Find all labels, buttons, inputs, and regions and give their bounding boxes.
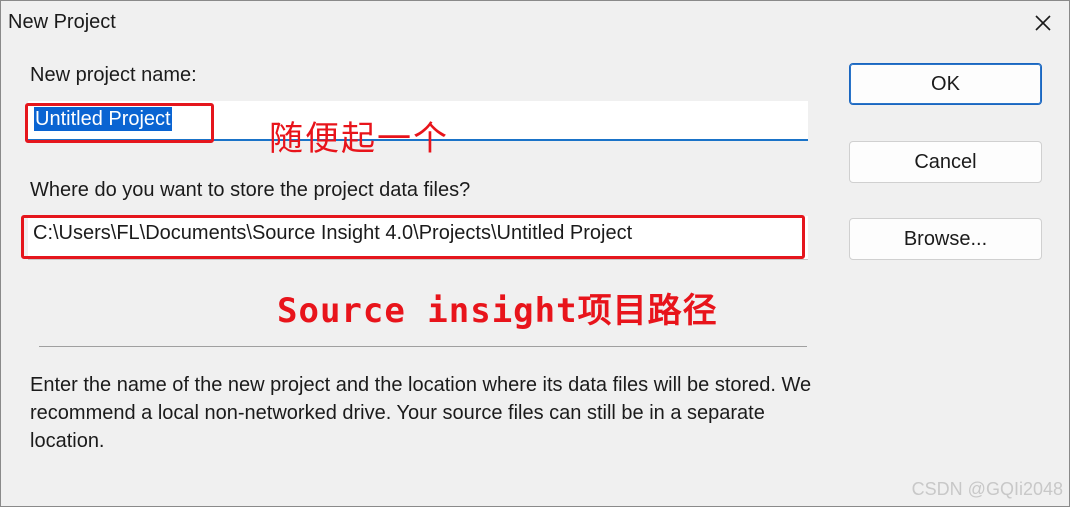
data-files-location-label: Where do you want to store the project d… bbox=[30, 179, 471, 201]
project-name-label: New project name: bbox=[30, 64, 197, 86]
divider bbox=[39, 346, 807, 347]
close-button[interactable] bbox=[1023, 5, 1063, 41]
path-highlight-box bbox=[21, 215, 805, 259]
window-title: New Project bbox=[8, 11, 116, 33]
watermark: CSDN @GQIi2048 bbox=[911, 479, 1063, 499]
help-text: Enter the name of the new project and th… bbox=[30, 374, 812, 452]
ok-button[interactable]: OK bbox=[849, 63, 1042, 105]
browse-button[interactable]: Browse... bbox=[849, 218, 1042, 260]
name-annotation: 随便起一个 bbox=[269, 119, 449, 159]
new-project-dialog: New Project New project name: Untitled P… bbox=[0, 0, 1070, 507]
cancel-button[interactable]: Cancel bbox=[849, 141, 1042, 183]
name-highlight-box bbox=[25, 103, 214, 143]
title-bar: New Project bbox=[1, 1, 1069, 45]
close-icon bbox=[1035, 15, 1051, 31]
path-annotation: Source insight项目路径 bbox=[277, 291, 718, 331]
